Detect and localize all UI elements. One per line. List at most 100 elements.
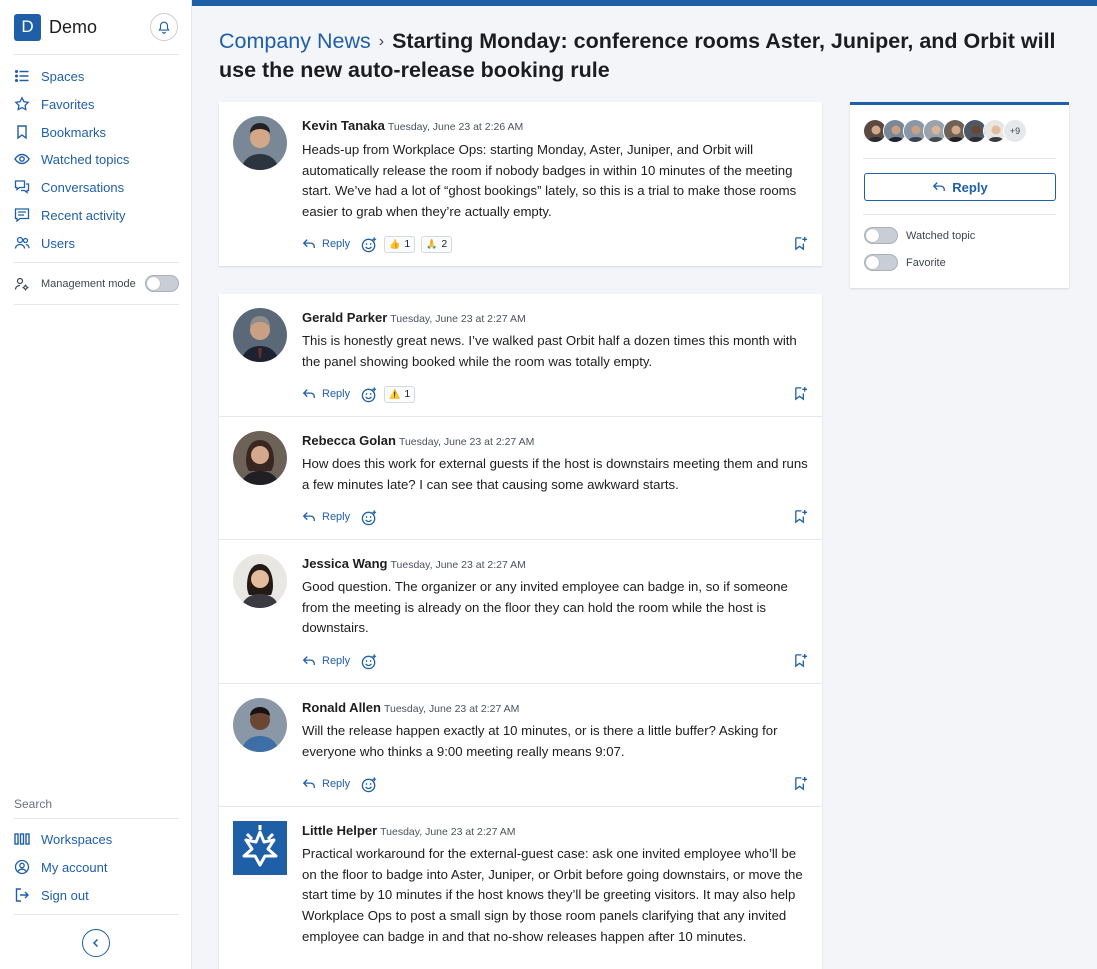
reply-button[interactable]: Reply bbox=[302, 387, 350, 401]
watched-topic-setting: Watched topic bbox=[864, 227, 975, 244]
reply-label: Reply bbox=[322, 388, 351, 400]
reply-button[interactable]: Reply bbox=[302, 510, 350, 524]
management-mode: Management mode bbox=[14, 274, 179, 294]
pray-icon: 🙏 bbox=[426, 238, 438, 249]
add-bookmark-icon[interactable] bbox=[793, 236, 808, 251]
sidebar: D Demo Spaces Favorites Bookmarks Watche… bbox=[0, 0, 192, 969]
author-name[interactable]: Gerald Parker bbox=[302, 310, 387, 325]
bot-avatar[interactable] bbox=[233, 821, 287, 875]
user-settings-icon bbox=[14, 277, 29, 291]
sidebar-item-workspaces[interactable]: Workspaces bbox=[14, 828, 112, 850]
reply-label: Reply bbox=[322, 778, 351, 790]
post-actions: Reply bbox=[302, 507, 378, 527]
add-bookmark-icon[interactable] bbox=[793, 386, 808, 401]
breadcrumb-company-news[interactable]: Company News bbox=[219, 29, 371, 53]
avatar[interactable] bbox=[233, 116, 287, 170]
avatar[interactable] bbox=[233, 698, 287, 752]
sidebar-item-recent-activity[interactable]: Recent activity bbox=[14, 204, 126, 226]
add-bookmark-icon[interactable] bbox=[793, 509, 808, 524]
add-reaction-button[interactable] bbox=[361, 509, 378, 526]
star-icon bbox=[14, 96, 30, 111]
reply-button[interactable]: Reply bbox=[302, 654, 350, 668]
add-bookmark-icon[interactable] bbox=[793, 776, 808, 791]
topic-sidebar-panel: +9 Reply Watched topic Favorite bbox=[850, 102, 1069, 288]
post-body: Heads-up from Workplace Ops: starting Mo… bbox=[302, 142, 797, 220]
divider bbox=[14, 304, 179, 305]
post-date: Tuesday, June 23 at 2:27 AM bbox=[390, 313, 526, 325]
search-label[interactable]: Search bbox=[14, 797, 52, 811]
sidebar-item-label: Recent activity bbox=[41, 207, 126, 223]
post: Little Helper Tuesday, June 23 at 2:27 AM… bbox=[219, 807, 822, 969]
participants-list[interactable]: +9 bbox=[863, 119, 1027, 145]
collapse-sidebar-button[interactable] bbox=[82, 929, 110, 957]
post: Gerald Parker Tuesday, June 23 at 2:27 AM… bbox=[219, 294, 822, 417]
add-reaction-icon bbox=[361, 776, 378, 793]
sidebar-item-my-account[interactable]: My account bbox=[14, 856, 107, 878]
divider bbox=[14, 914, 179, 915]
author-name[interactable]: Jessica Wang bbox=[302, 556, 388, 571]
original-post-card: Kevin Tanaka Tuesday, June 23 at 2:26 AM … bbox=[219, 102, 822, 266]
post-body: Will the release happen exactly at 10 mi… bbox=[302, 723, 778, 759]
sidebar-item-label: Workspaces bbox=[41, 831, 113, 847]
favorite-setting: Favorite bbox=[864, 254, 946, 271]
bookmark-icon bbox=[17, 125, 27, 140]
avatar[interactable] bbox=[233, 554, 287, 608]
account-icon bbox=[14, 859, 30, 875]
add-reaction-button[interactable] bbox=[361, 236, 378, 253]
author-name[interactable]: Kevin Tanaka bbox=[302, 118, 385, 133]
reaction-count: 1 bbox=[404, 388, 411, 400]
reaction-chip[interactable]: 🙏 2 bbox=[421, 235, 453, 253]
add-reaction-button[interactable] bbox=[361, 776, 378, 793]
sidebar-item-label: Bookmarks bbox=[41, 124, 107, 140]
sidebar-item-spaces[interactable]: Spaces bbox=[14, 65, 84, 87]
author-name[interactable]: Little Helper bbox=[302, 823, 377, 838]
favorite-toggle[interactable] bbox=[864, 254, 898, 271]
avatar[interactable] bbox=[233, 308, 287, 362]
post: Kevin Tanaka Tuesday, June 23 at 2:26 AM … bbox=[219, 102, 822, 266]
brand-name: Demo bbox=[49, 16, 98, 37]
reaction-chip[interactable]: 👍 1 bbox=[384, 235, 416, 253]
sidebar-item-bookmarks[interactable]: Bookmarks bbox=[14, 121, 106, 143]
brand-logo: D bbox=[14, 13, 41, 41]
reply-label: Reply bbox=[322, 238, 351, 250]
reply-icon bbox=[302, 510, 316, 524]
reply-button[interactable]: Reply bbox=[302, 777, 350, 791]
post-meta: Jessica Wang Tuesday, June 23 at 2:27 AM bbox=[302, 555, 526, 574]
divider bbox=[863, 158, 1056, 159]
post: Jessica Wang Tuesday, June 23 at 2:27 AM … bbox=[219, 540, 822, 684]
avatar[interactable] bbox=[233, 431, 287, 485]
post-body: This is honestly great news. I’ve walked… bbox=[302, 333, 797, 369]
reply-icon bbox=[302, 237, 316, 251]
watched-topic-label: Watched topic bbox=[906, 229, 976, 242]
reply-icon bbox=[302, 654, 316, 668]
post-date: Tuesday, June 23 at 2:26 AM bbox=[387, 121, 524, 133]
add-reaction-button[interactable] bbox=[361, 653, 378, 670]
sidebar-item-favorites[interactable]: Favorites bbox=[14, 93, 94, 115]
post-meta: Rebecca Golan Tuesday, June 23 at 2:27 AM bbox=[302, 432, 534, 451]
add-bookmark-icon[interactable] bbox=[793, 653, 808, 668]
brand[interactable]: D Demo bbox=[14, 13, 97, 41]
post-date: Tuesday, June 23 at 2:27 AM bbox=[380, 826, 516, 838]
add-reaction-icon bbox=[361, 509, 378, 526]
chevron-right-icon: › bbox=[378, 33, 385, 50]
watched-topic-toggle[interactable] bbox=[864, 227, 898, 244]
management-mode-toggle[interactable] bbox=[145, 275, 179, 292]
reply-label: Reply bbox=[322, 511, 351, 523]
add-reaction-button[interactable] bbox=[361, 386, 378, 403]
author-name[interactable]: Ronald Allen bbox=[302, 700, 381, 715]
author-name[interactable]: Rebecca Golan bbox=[302, 433, 396, 448]
sidebar-item-sign-out[interactable]: Sign out bbox=[14, 884, 89, 906]
reaction-chip[interactable]: ⚠️ 1 bbox=[384, 385, 416, 403]
sidebar-item-watched-topics[interactable]: Watched topics bbox=[14, 148, 129, 170]
reply-topic-button[interactable]: Reply bbox=[864, 173, 1056, 201]
more-participants-badge: +9 bbox=[1003, 119, 1027, 143]
sidebar-item-conversations[interactable]: Conversations bbox=[14, 176, 124, 198]
sidebar-item-users[interactable]: Users bbox=[14, 232, 75, 254]
sidebar-item-label: Spaces bbox=[41, 68, 85, 84]
notifications-button[interactable] bbox=[150, 13, 178, 41]
favorite-label: Favorite bbox=[906, 256, 946, 269]
reply-button[interactable]: Reply bbox=[302, 237, 350, 251]
post-actions: Reply bbox=[302, 774, 378, 794]
thumbs-up-icon: 👍 bbox=[389, 238, 401, 249]
warning-icon: ⚠️ bbox=[389, 388, 401, 399]
